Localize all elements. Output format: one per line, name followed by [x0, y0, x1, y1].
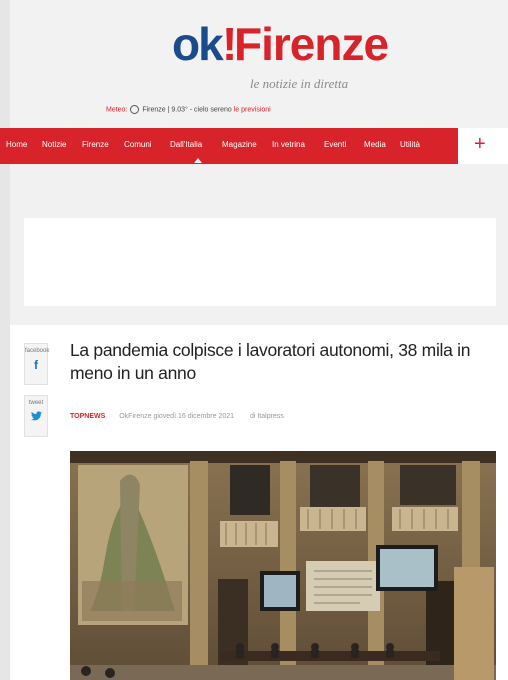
nav-item-notizie[interactable]: Notizie — [42, 140, 66, 149]
logo-firenze: Firenze — [234, 18, 389, 70]
logo-ok: ok — [172, 18, 224, 70]
nav-item-in-vetrina[interactable]: In vetrina — [272, 140, 305, 149]
nav-item-eventi[interactable]: Eventi — [324, 140, 346, 149]
article: facebook f tweet La pandemia colpisce i … — [10, 325, 508, 680]
nav-item-home[interactable]: Home — [6, 140, 27, 149]
nav-item-magazine[interactable]: Magazine — [222, 140, 257, 149]
twitter-icon — [25, 410, 47, 424]
site-tagline: le notizie in diretta — [250, 76, 349, 91]
nav-item-firenze[interactable]: Firenze — [82, 140, 109, 149]
article-source-date: OkFirenze giovedì 16 dicembre 2021 — [119, 413, 235, 420]
weather-temp: 9.03° — [171, 106, 188, 114]
article-title: La pandemia colpisce i lavoratori autono… — [70, 340, 471, 383]
nav-item-media[interactable]: Media — [364, 140, 386, 149]
weather-condition: cielo sereno — [194, 106, 232, 114]
facebook-share-label: facebook — [25, 348, 50, 354]
site-header: ok ! Firenze le notizie in diretta Meteo… — [10, 0, 508, 128]
nav-active-indicator — [194, 158, 202, 163]
weather-city: Firenze — [142, 106, 166, 114]
facebook-icon: f — [34, 358, 38, 372]
plus-icon: + — [474, 133, 486, 155]
article-photo — [70, 451, 496, 680]
ad-banner — [24, 218, 496, 306]
main-nav: Home Notizie Firenze Comuni Dall'Italia … — [0, 128, 508, 164]
article-meta: TOPNEWS OkFirenze giovedì 16 dicembre 20… — [70, 413, 284, 420]
weather-forecast-link[interactable]: le previsioni — [234, 106, 271, 113]
nav-more-button[interactable]: + — [458, 128, 508, 164]
nav-item-utilita[interactable]: Utilità — [400, 140, 420, 149]
nav-item-dallitalia[interactable]: Dall'Italia — [170, 140, 202, 149]
weather-sun-icon — [130, 105, 140, 114]
article-category[interactable]: TOPNEWS — [70, 413, 105, 420]
twitter-share-button[interactable]: tweet — [24, 395, 48, 437]
facebook-share-button[interactable]: facebook f — [24, 343, 50, 385]
nav-item-comuni[interactable]: Comuni — [124, 140, 152, 149]
page: ok ! Firenze le notizie in diretta Meteo… — [0, 0, 508, 680]
article-author: di Italpress — [249, 413, 284, 420]
weather-bar: Meteo: Firenze | 9.03° - cielo sereno le… — [106, 105, 271, 114]
twitter-share-label: tweet — [28, 400, 44, 406]
weather-label: Meteo: — [106, 106, 128, 114]
